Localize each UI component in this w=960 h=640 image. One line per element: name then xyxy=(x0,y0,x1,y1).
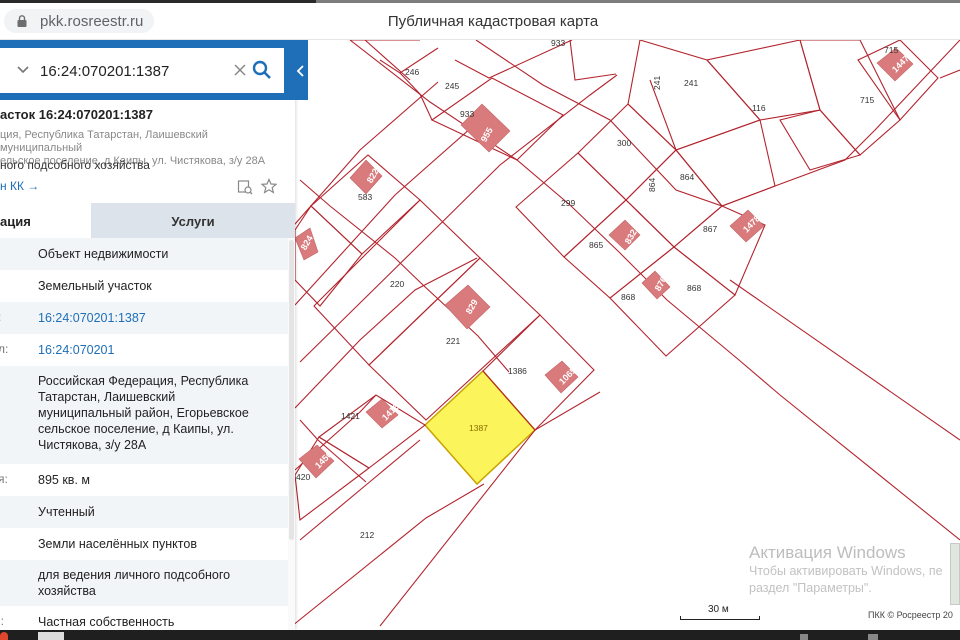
attribute-row: i: Частная собственность xyxy=(0,606,288,630)
browser-toolbar: pkk.rosreestr.ru Публичная кадастровая к… xyxy=(0,0,960,40)
attribute-row: для ведения личного подсобного хозяйства xyxy=(0,560,288,606)
attribute-row: : 16:24:070201:1387 xyxy=(0,302,288,334)
svg-text:299: 299 xyxy=(561,198,575,208)
svg-text:1386: 1386 xyxy=(508,366,527,376)
page-title: Публичная кадастровая карта xyxy=(387,13,599,30)
attribute-label: : xyxy=(0,310,1,324)
svg-text:221: 221 xyxy=(446,336,460,346)
attribute-value: Частная собственность xyxy=(38,615,175,629)
attribute-row: Учтенный xyxy=(0,496,288,528)
tab-information-label: ация xyxy=(0,214,31,229)
svg-text:868: 868 xyxy=(621,292,635,302)
panel-scrollbar[interactable] xyxy=(288,238,295,630)
chevron-down-icon[interactable] xyxy=(16,63,30,77)
watermark-title: Активация Windows xyxy=(749,543,906,562)
search-box xyxy=(0,48,284,93)
svg-text:246: 246 xyxy=(405,67,419,77)
attribute-label: я: xyxy=(0,472,8,486)
search-icon[interactable] xyxy=(252,60,272,80)
attribute-row: Земельный участок xyxy=(0,270,288,302)
value-line: хозяйства xyxy=(38,584,96,598)
tray-icon[interactable] xyxy=(868,634,878,640)
object-title: асток 16:24:070201:1387 xyxy=(0,107,153,122)
attribute-value: 895 кв. м xyxy=(38,473,90,487)
star-icon[interactable] xyxy=(261,178,277,194)
map-layer-thumbnail[interactable] xyxy=(950,543,960,605)
attribute-value-permitted-use: для ведения личного подсобного хозяйства xyxy=(38,567,278,599)
svg-text:864: 864 xyxy=(680,172,694,182)
svg-text:1421: 1421 xyxy=(341,411,360,421)
svg-text:241: 241 xyxy=(684,78,698,88)
watermark-line-1: Чтобы активировать Windows, пе xyxy=(749,564,943,578)
svg-text:933: 933 xyxy=(460,109,474,119)
svg-text:116: 116 xyxy=(752,103,766,113)
quarter-number-link[interactable]: 16:24:070201 xyxy=(38,342,278,358)
tab-information[interactable]: ация xyxy=(0,203,91,238)
svg-text:300: 300 xyxy=(617,138,631,148)
tab-services[interactable]: Услуги xyxy=(91,203,295,238)
svg-text:420: 420 xyxy=(296,472,310,482)
svg-text:212: 212 xyxy=(360,530,374,540)
svg-text:868: 868 xyxy=(687,283,701,293)
attribute-list: Объект недвижимости Земельный участок : … xyxy=(0,238,295,630)
bookmark-search-icon[interactable] xyxy=(237,179,253,195)
address-line: Чистякова, з/у 28А xyxy=(38,438,147,452)
attribute-value: Учтенный xyxy=(38,505,95,519)
tray-icon[interactable] xyxy=(800,634,808,640)
attribute-row: Объект недвижимости xyxy=(0,238,288,270)
address-line: Российская Федерация, Республика xyxy=(38,374,249,388)
svg-text:220: 220 xyxy=(390,279,404,289)
screenshot-root: 933 246 245 933 241 116 715 715 300 299 … xyxy=(0,0,960,640)
watermark-line-2: раздел "Параметры". xyxy=(749,581,872,595)
svg-text:1387: 1387 xyxy=(469,423,488,433)
svg-text:715: 715 xyxy=(884,45,898,55)
attribute-row: Земли населённых пунктов xyxy=(0,528,288,560)
close-icon[interactable] xyxy=(232,62,248,78)
taskbar-app-icon[interactable] xyxy=(38,632,64,640)
attribute-row: Российская Федерация, Республика Татарст… xyxy=(0,366,288,464)
taskbar xyxy=(0,630,960,640)
attribute-value: Земли населённых пунктов xyxy=(38,537,197,551)
search-input[interactable] xyxy=(40,60,225,82)
attribute-value: Объект недвижимости xyxy=(38,247,169,261)
svg-text:864: 864 xyxy=(647,178,657,192)
svg-text:583: 583 xyxy=(358,192,372,202)
svg-text:715: 715 xyxy=(860,95,874,105)
attribute-value: Земельный участок xyxy=(38,279,152,293)
address-line: Татарстан, Лаишевский xyxy=(38,390,176,404)
attribute-row: л: 16:24:070201 xyxy=(0,334,288,366)
cadastral-card-link[interactable]: н КК → xyxy=(0,179,39,193)
map-copyright: ПКК © Росреестр 20 xyxy=(868,610,953,620)
taskbar-app-icon[interactable] xyxy=(0,632,8,640)
svg-text:933: 933 xyxy=(551,40,565,48)
svg-text:865: 865 xyxy=(589,240,603,250)
tab-services-label: Услуги xyxy=(171,214,215,229)
address-line: ция, Республика Татарстан, Лаишевский му… xyxy=(0,129,208,154)
scale-ruler xyxy=(680,616,760,620)
attribute-row: я: 895 кв. м xyxy=(0,464,288,496)
svg-text:245: 245 xyxy=(445,81,459,91)
window-edge xyxy=(0,0,960,3)
value-line: для ведения личного подсобного xyxy=(38,568,231,582)
scale-label: 30 м xyxy=(708,604,729,615)
attribute-value-address: Российская Федерация, Республика Татарст… xyxy=(38,373,278,453)
info-panel: асток 16:24:070201:1387 ция, Республика … xyxy=(0,40,308,630)
svg-text:867: 867 xyxy=(703,224,717,234)
svg-text:241: 241 xyxy=(652,76,662,90)
chevron-left-icon[interactable] xyxy=(294,64,306,78)
scrollbar-thumb[interactable] xyxy=(289,240,294,540)
object-use: ного подсобного хозяйства xyxy=(0,158,150,172)
windows-activation-watermark: Активация Windows Чтобы активировать Win… xyxy=(749,543,943,597)
info-tabs: ация Услуги xyxy=(0,203,295,238)
search-bar xyxy=(0,40,308,100)
address-line: муниципальный район, Егорьевское xyxy=(38,406,249,420)
attribute-label: л: xyxy=(0,342,9,356)
cadastral-number-link[interactable]: 16:24:070201:1387 xyxy=(38,310,278,326)
attribute-label: i: xyxy=(0,614,4,628)
address-line: сельское поселение, д Каипы, ул. xyxy=(38,422,234,436)
